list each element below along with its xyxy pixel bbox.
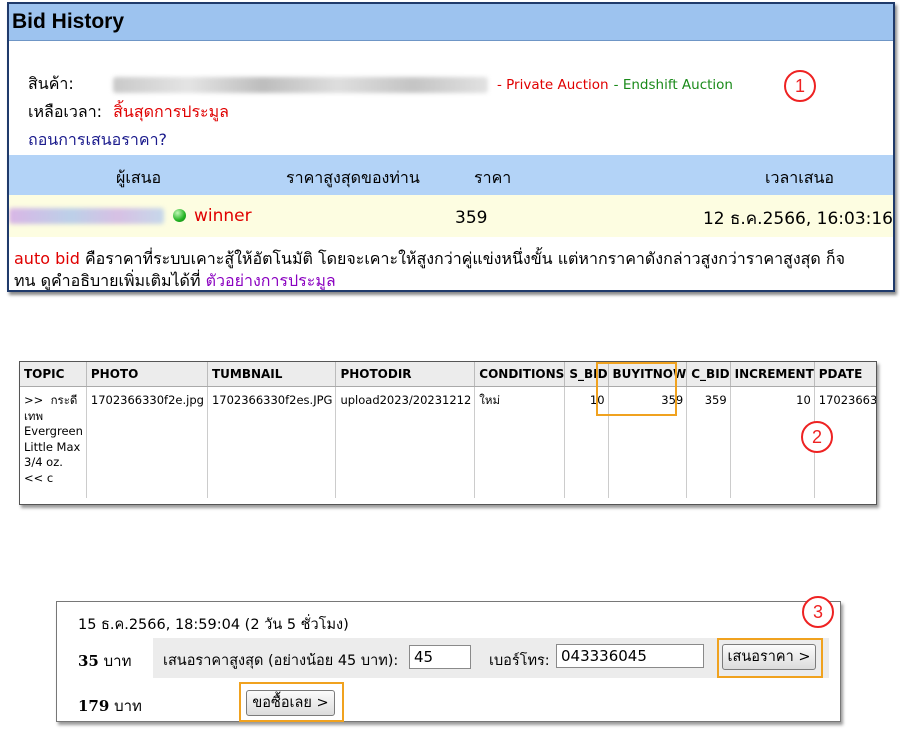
topic-line: >> กระดี <box>24 393 78 407</box>
cell-topic: >> กระดี เทพ Evergreen Little Max 3/4 oz… <box>20 386 87 498</box>
private-auction-tag: - Private Auction <box>496 77 609 93</box>
endshift-auction-tag: - Endshift Auction <box>613 77 733 93</box>
online-status-icon <box>173 209 186 222</box>
winner-label: winner <box>194 206 252 226</box>
buy-now-price: 179 บาท <box>78 694 142 718</box>
col-bidder: ผู้เสนอ <box>116 168 162 187</box>
topic-line: << c <box>24 470 54 485</box>
product-label: สินค้า: <box>28 74 74 93</box>
col-max-price: ราคาสูงสุดของท่าน <box>286 168 420 187</box>
th-photodir: PHOTODIR <box>335 362 476 387</box>
auto-bid-term: auto bid <box>14 249 80 268</box>
bid-amount-input[interactable] <box>409 645 471 669</box>
th-c-bid: C_BID <box>686 362 731 387</box>
bid-table-header: ผู้เสนอ ราคาสูงสุดของท่าน ราคา เวลาเสนอ <box>9 155 893 195</box>
cell-c-bid: 359 <box>686 386 731 498</box>
th-photo: PHOTO <box>86 362 208 387</box>
th-tumbnail: TUMBNAIL <box>207 362 337 387</box>
time-left-label: เหลือเวลา: <box>28 102 103 121</box>
bid-row: winner 359 12 ธ.ค.2566, 16:03:16 <box>9 195 893 237</box>
bid-price: 359 <box>455 208 488 228</box>
cell-conditions: ใหม่ <box>474 386 566 498</box>
auto-bid-text-2: ทน ดูคำอธิบายเพิ่มเติมได้ที่ <box>14 271 201 290</box>
current-price: 35 บาท <box>78 649 132 673</box>
product-name-blurred <box>112 76 488 93</box>
col-price: ราคา <box>474 168 512 187</box>
marker-2: 2 <box>801 421 833 453</box>
time-left-row: เหลือเวลา: สิ้นสุดการประมูล <box>28 100 229 125</box>
auto-bid-text: คือราคาที่ระบบเคาะสู้ให้อัตโนมัติ โดยจะเ… <box>84 249 845 268</box>
product-data-table-panel: TOPIC PHOTO TUMBNAIL PHOTODIR CONDITIONS… <box>19 361 877 505</box>
table-header-row: TOPIC PHOTO TUMBNAIL PHOTODIR CONDITIONS… <box>20 362 876 387</box>
auction-example-link[interactable]: ตัวอย่างการประมูล <box>206 271 336 290</box>
withdraw-bid-link[interactable]: ถอนการเสนอราคา? <box>28 128 167 153</box>
auction-end-time: 15 ธ.ค.2566, 18:59:04 (2 วัน 5 ชั่วโมง) <box>78 617 349 633</box>
phone-label: เบอร์โทร: <box>489 653 550 669</box>
table-row: >> กระดี เทพ Evergreen Little Max 3/4 oz… <box>20 386 876 498</box>
panel-title: Bid History <box>9 4 893 41</box>
topic-line: เทพ <box>24 408 44 423</box>
buy-now-price-amount: 179 <box>78 697 110 715</box>
topic-line: 3/4 oz. <box>24 455 63 469</box>
bidder-name-blurred <box>9 208 164 224</box>
buy-now-price-unit: บาท <box>114 697 142 715</box>
col-bid-time: เวลาเสนอ <box>765 168 835 187</box>
buyitnow-highlight <box>596 362 677 416</box>
current-price-unit: บาท <box>103 652 132 670</box>
th-conditions: CONDITIONS <box>474 362 566 387</box>
cell-tumbnail: 1702366330f2es.JPG <box>207 386 337 498</box>
marker-3: 3 <box>802 596 834 628</box>
cell-photodir: upload2023/20231212 <box>335 386 476 498</box>
th-topic: TOPIC <box>20 362 87 387</box>
current-price-amount: 35 <box>78 652 99 670</box>
cell-photo: 1702366330f2e.jpg <box>86 386 208 498</box>
auto-bid-note: auto bid คือราคาที่ระบบเคาะสู้ให้อัตโนมั… <box>14 248 892 290</box>
th-increment: INCREMENT <box>730 362 815 387</box>
product-data-table: TOPIC PHOTO TUMBNAIL PHOTODIR CONDITIONS… <box>20 362 876 498</box>
buy-button-highlight <box>239 682 344 722</box>
bid-button-highlight <box>717 638 823 678</box>
th-pdate: PDATE <box>814 362 876 387</box>
phone-input[interactable] <box>556 644 704 668</box>
bid-time: 12 ธ.ค.2566, 16:03:16 <box>702 209 893 229</box>
marker-1: 1 <box>784 70 816 102</box>
product-row: สินค้า: - Private Auction - Endshift Auc… <box>28 72 733 97</box>
topic-line: Little Max <box>24 439 81 454</box>
bid-history-panel: Bid History สินค้า: - Private Auction - … <box>7 2 895 292</box>
time-left-value: สิ้นสุดการประมูล <box>113 102 229 121</box>
bid-amount-label: เสนอราคาสูงสุด (อย่างน้อย 45 บาท): <box>163 653 399 669</box>
topic-line: Evergreen <box>24 424 83 438</box>
bid-form-panel: 15 ธ.ค.2566, 18:59:04 (2 วัน 5 ชั่วโมง) … <box>56 596 841 722</box>
